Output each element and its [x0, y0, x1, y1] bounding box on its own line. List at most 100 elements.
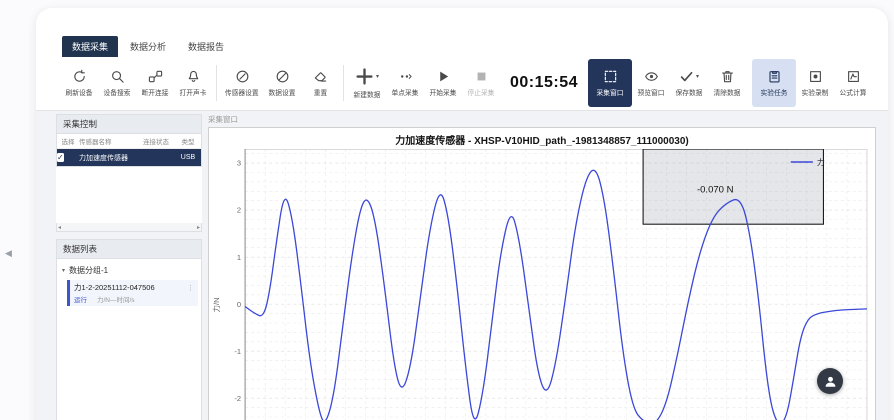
clear-data-iconrow — [720, 69, 735, 84]
sensor-settings-label: 传感器设置 — [225, 87, 259, 97]
disconnect-icon — [148, 69, 163, 84]
refresh-device-label: 刷新设备 — [66, 87, 93, 97]
tab-data-report[interactable]: 数据报告 — [178, 36, 234, 57]
check-icon — [679, 69, 694, 84]
start-capture-iconrow — [436, 69, 451, 84]
sensor-table-scrollbar[interactable]: ◂ ▸ — [56, 223, 202, 232]
preview-window-label: 预览窗口 — [638, 87, 665, 97]
start-capture-label: 开始采集 — [430, 87, 457, 97]
clear-data-button[interactable]: 清除数据 — [708, 59, 746, 107]
record-icon — [808, 69, 823, 84]
collapse-panel-arrow[interactable]: ◀ — [5, 248, 12, 259]
y-tick-label: 0 — [237, 300, 241, 309]
single-point-capture-button[interactable]: 单点采集 — [386, 59, 424, 107]
column-header: 连接状态 — [137, 136, 175, 146]
dots-icon — [398, 69, 413, 84]
sound-alert-label: 打开声卡 — [180, 87, 207, 97]
formula-calc-label: 公式计算 — [840, 87, 867, 97]
experiment-record-iconrow — [808, 69, 823, 84]
experiment-task-button[interactable]: 实验任务 — [752, 59, 796, 107]
capture-window-label: 采集窗口 — [597, 87, 624, 97]
single-point-capture-iconrow — [398, 69, 413, 84]
disconnect-device-label: 断开连接 — [142, 87, 169, 97]
data-group-label: 数据分组-1 — [69, 265, 108, 276]
refresh-icon — [72, 69, 87, 84]
sensor-settings-button[interactable]: 传感器设置 — [221, 59, 263, 107]
preview-window-iconrow — [644, 69, 659, 84]
save-data-iconrow: ▾ — [679, 69, 699, 84]
trash-icon — [720, 69, 735, 84]
single-point-capture-label: 单点采集 — [392, 87, 419, 97]
reset-label: 重置 — [313, 87, 327, 97]
chart-container: 力加速度传感器 - XHSP-V10HID_path_-1981348857_1… — [208, 127, 876, 420]
plus-icon — [355, 67, 374, 86]
data-list-item[interactable]: 力1-2-20251112-047506⋮运行力/N—时间/s — [67, 280, 198, 306]
reset-iconrow — [313, 69, 328, 84]
capture-timer: 00:15:54 — [510, 74, 578, 92]
assistant-fab[interactable] — [817, 368, 843, 394]
data-group-row[interactable]: ▾数据分组-1 — [57, 262, 201, 279]
sensor-type: USB — [175, 154, 201, 161]
toolbar-divider — [343, 65, 344, 101]
slash-circle-icon — [275, 69, 290, 84]
sensor-table: 选择传感器名称连接状态类型✓力加速度传感器USB — [56, 134, 202, 167]
data-settings-button[interactable]: 数据设置 — [263, 59, 301, 107]
sensor-row[interactable]: ✓力加速度传感器USB — [57, 149, 201, 166]
measurement-value: -0.070 N — [697, 185, 734, 196]
disconnect-device-button[interactable]: 断开连接 — [136, 59, 174, 107]
new-data-iconrow: ▾ — [355, 67, 379, 86]
refresh-device-iconrow — [72, 69, 87, 84]
data-item-top: 力1-2-20251112-047506⋮ — [74, 282, 194, 293]
experiment-task-label: 实验任务 — [761, 87, 788, 97]
new-data-label: 新建数据 — [354, 89, 381, 99]
chart-title: 力加速度传感器 - XHSP-V10HID_path_-1981348857_1… — [209, 132, 875, 147]
stop-icon — [474, 69, 489, 84]
acquisition-control-header: 采集控制 — [56, 114, 202, 134]
main-tabs: 数据采集数据分析数据报告 — [62, 36, 234, 57]
sensor-table-empty-space — [56, 167, 202, 223]
clipboard-icon — [767, 69, 782, 84]
page: ◀ 数据采集数据分析数据报告 刷新设备设备搜索断开连接 打开声卡 传感器设置数据设置… — [0, 0, 894, 420]
search-device-iconrow — [110, 69, 125, 84]
app-window: 数据采集数据分析数据报告 刷新设备设备搜索断开连接 打开声卡 传感器设置数据设置重置… — [36, 8, 888, 420]
formula-calc-iconrow — [846, 69, 861, 84]
stop-capture-button[interactable]: 停止采集 — [462, 59, 500, 107]
legend-label: 力 — [817, 157, 825, 167]
sound-alert-button[interactable]: 打开声卡 — [174, 59, 212, 107]
bell-icon — [186, 69, 201, 84]
pen-icon — [235, 69, 250, 84]
y-tick-label: 1 — [237, 253, 241, 262]
experiment-record-label: 实验录制 — [802, 87, 829, 97]
chevron-down-icon: ▾ — [696, 73, 699, 80]
tab-data-capture[interactable]: 数据采集 — [62, 36, 118, 57]
content-area: 采集控制 选择传感器名称连接状态类型✓力加速度传感器USB ◂ ▸ 数据列表 ▾… — [36, 110, 888, 420]
capture-window-iconrow — [603, 69, 618, 84]
left-panel: 采集控制 选择传感器名称连接状态类型✓力加速度传感器USB ◂ ▸ 数据列表 ▾… — [56, 114, 202, 420]
tab-data-analysis[interactable]: 数据分析 — [120, 36, 176, 57]
formula-calc-button[interactable]: 公式计算 — [834, 59, 872, 107]
refresh-device-button[interactable]: 刷新设备 — [60, 59, 98, 107]
sensor-checkbox[interactable]: ✓ — [57, 153, 64, 162]
formula-icon — [846, 69, 861, 84]
kebab-menu-icon[interactable]: ⋮ — [187, 284, 194, 292]
reset-button[interactable]: 重置 — [301, 59, 339, 107]
search-device-button[interactable]: 设备搜索 — [98, 59, 136, 107]
scroll-right-icon[interactable]: ▸ — [197, 224, 200, 231]
eye-icon — [644, 69, 659, 84]
column-header: 选择 — [57, 136, 79, 146]
play-icon — [436, 69, 451, 84]
capture-window-label: 采集窗口 — [208, 114, 876, 126]
data-list-header: 数据列表 — [56, 239, 202, 259]
stop-capture-iconrow — [474, 69, 489, 84]
scroll-left-icon[interactable]: ◂ — [58, 224, 61, 231]
experiment-record-button[interactable]: 实验录制 — [796, 59, 834, 107]
y-tick-label: -2 — [234, 394, 241, 403]
person-icon — [823, 374, 838, 389]
preview-window-button[interactable]: 预览窗口 — [632, 59, 670, 107]
waveform-chart: 3210-1-2-3力/N-0.070 N力 — [211, 149, 873, 420]
new-data-button[interactable]: ▾ 新建数据 — [348, 59, 386, 107]
save-data-button[interactable]: ▾保存数据 — [670, 59, 708, 107]
clear-data-label: 清除数据 — [714, 87, 741, 97]
capture-window-button[interactable]: 采集窗口 — [588, 59, 632, 107]
start-capture-button[interactable]: 开始采集 — [424, 59, 462, 107]
